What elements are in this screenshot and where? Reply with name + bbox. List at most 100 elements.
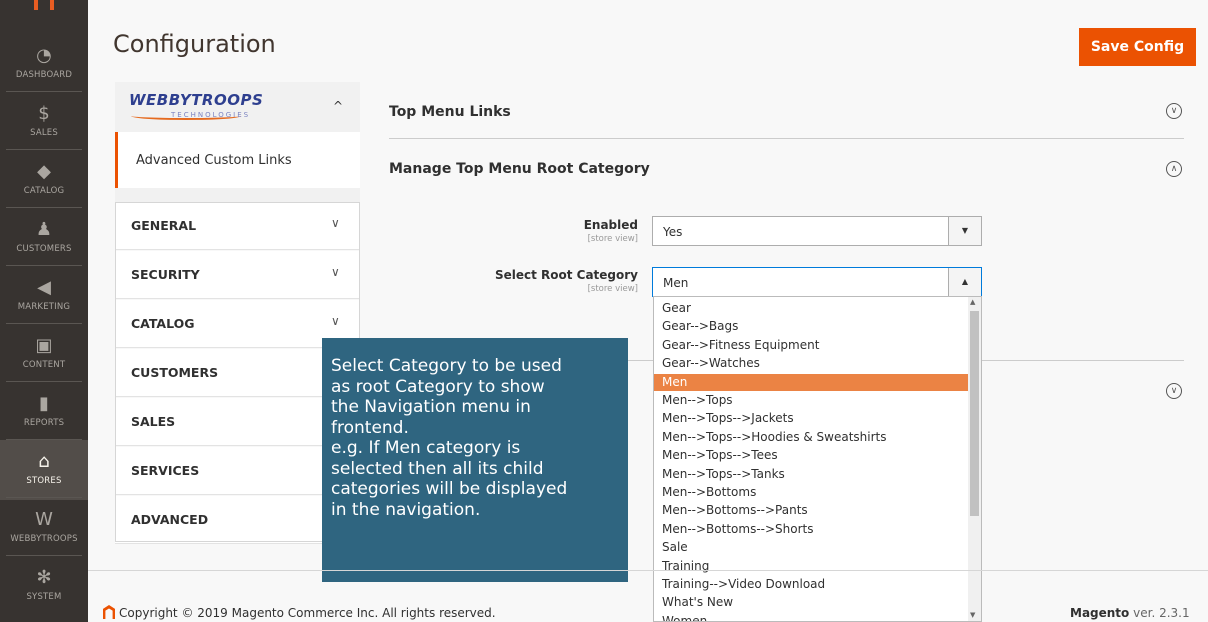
enabled-label: Enabled [store view] (488, 218, 638, 244)
tooltip-line: the Navigation menu in (331, 397, 531, 417)
tooltip-line: categories will be displayed (331, 479, 568, 499)
nav-item-system[interactable]: ✻ SYSTEM (0, 556, 88, 616)
nav-separator (6, 265, 82, 266)
dropdown-option[interactable]: Women (654, 613, 968, 621)
field-label-text: Select Root Category (494, 268, 638, 282)
dropdown-option[interactable]: Men-->Bottoms-->Shorts (654, 521, 968, 538)
dropdown-option[interactable]: Gear-->Fitness Equipment (654, 337, 968, 354)
version-info: Magento ver. 2.3.1 (1070, 606, 1190, 620)
nav-item-label: CONTENT (22, 360, 66, 370)
section-title: Top Menu Links (389, 104, 511, 120)
dropdown-option[interactable]: Men-->Tops-->Tees (654, 447, 968, 464)
gear-icon: ✻ (36, 567, 52, 588)
dropdown-option[interactable]: Men-->Tops-->Jackets (654, 410, 968, 427)
nav-separator (6, 91, 82, 92)
magento-footer-icon (103, 605, 115, 619)
field-scope: [store view] (587, 284, 638, 294)
dropdown-option[interactable]: Men-->Bottoms (654, 484, 968, 501)
chevron-down-circle-icon[interactable]: ∨ (1166, 383, 1182, 399)
root-category-dropdown[interactable]: Gear Gear-->Bags Gear-->Fitness Equipment G… (653, 296, 982, 622)
nav-item-label: DASHBOARD (15, 70, 73, 80)
scroll-up-icon[interactable]: ▲ (970, 298, 975, 306)
brand-name: Magento (1070, 606, 1130, 620)
magento-logo-icon (34, 0, 54, 10)
nav-item-webbytroops[interactable]: W WEBBYTROOPS (0, 498, 88, 558)
chevron-up-icon[interactable]: ^ (333, 99, 343, 113)
dropdown-option[interactable]: Men-->Tops-->Hoodies & Sweatshirts (654, 429, 968, 446)
nav-item-content[interactable]: ▣ CONTENT (0, 324, 88, 384)
dropdown-option[interactable]: Gear-->Bags (654, 318, 968, 335)
nav-item-label: CUSTOMERS (16, 244, 72, 254)
dropdown-option[interactable]: Training (654, 558, 968, 575)
nav-item-label: SALES (30, 128, 58, 138)
dropdown-option[interactable]: Men-->Bottoms-->Pants (654, 502, 968, 519)
dropdown-scrollbar[interactable]: ▲ ▼ (968, 297, 981, 621)
webbytroops-icon: W (35, 509, 53, 530)
dropdown-option[interactable]: Men-->Tops-->Tanks (654, 466, 968, 483)
dropdown-option[interactable]: Gear (654, 300, 968, 317)
dropdown-option[interactable]: What's New (654, 594, 968, 611)
tab-item-label: Advanced Custom Links (136, 153, 292, 168)
nav-separator (6, 207, 82, 208)
dropdown-option[interactable]: Men-->Tops (654, 392, 968, 409)
tab-label: SERVICES (131, 463, 200, 478)
nav-item-catalog[interactable]: ◆ CATALOG (0, 150, 88, 210)
root-category-label: Select Root Category [store view] (488, 268, 638, 294)
nav-separator (6, 439, 82, 440)
root-category-select[interactable]: Men ▲ (652, 267, 982, 297)
footer-divider (88, 570, 1208, 571)
copyright: Copyright © 2019 Magento Commerce Inc. A… (103, 605, 496, 620)
tab-security[interactable]: SECURITY ∨ (115, 251, 360, 299)
section-top-menu-links[interactable]: Top Menu Links ∨ (389, 103, 1184, 124)
dropdown-option[interactable]: Gear-->Watches (654, 355, 968, 372)
nav-item-customers[interactable]: ♟ CUSTOMERS (0, 208, 88, 268)
chevron-down-circle-icon[interactable]: ∨ (1166, 103, 1182, 119)
tab-group-webbytroops[interactable]: WEBBYTROOPS TECHNOLOGIES ^ (115, 82, 360, 132)
dollar-icon: $ (38, 103, 50, 124)
dropdown-option[interactable]: Sale (654, 539, 968, 556)
tab-label: SECURITY (131, 267, 200, 282)
section-title: Manage Top Menu Root Category (389, 161, 650, 177)
nav-item-stores[interactable]: ⌂ STORES (0, 440, 88, 500)
scrollbar-thumb[interactable] (970, 311, 979, 516)
dropdown-option[interactable]: Men (654, 373, 968, 391)
tab-general[interactable]: GENERAL ∨ (115, 202, 360, 250)
tab-spacer (115, 188, 360, 202)
nav-item-sales[interactable]: $ SALES (0, 92, 88, 152)
caret-up-icon[interactable]: ▲ (948, 268, 981, 296)
person-icon: ♟ (35, 219, 53, 240)
tooltip-line: selected then all its child (331, 458, 544, 479)
nav-item-label: WEBBYTROOPS (10, 534, 78, 544)
caret-down-icon[interactable]: ▼ (948, 217, 981, 245)
tooltip-line: frontend. (331, 417, 409, 438)
cube-icon: ◆ (37, 161, 51, 182)
nav-item-reports[interactable]: ▮ REPORTS (0, 382, 88, 442)
tooltip-line: in the navigation. (331, 499, 481, 520)
tab-item-advanced-custom-links[interactable]: Advanced Custom Links (115, 132, 360, 188)
nav-separator (6, 149, 82, 150)
chevron-up-circle-icon[interactable]: ∧ (1166, 161, 1182, 177)
nav-item-label: STORES (26, 476, 62, 486)
nav-item-dashboard[interactable]: ◔ DASHBOARD (0, 34, 88, 94)
tooltip-line: as root Category to show (331, 376, 545, 397)
tab-label: SALES (131, 414, 176, 429)
dropdown-option[interactable]: Training-->Video Download (654, 576, 968, 593)
tab-label: CUSTOMERS (131, 365, 219, 380)
save-config-button[interactable]: Save Config (1079, 28, 1196, 66)
nav-item-marketing[interactable]: ◀ MARKETING (0, 266, 88, 326)
nav-separator (6, 497, 82, 498)
section-divider (389, 138, 1184, 139)
magento-logo[interactable] (0, 0, 88, 14)
section-manage-root-category[interactable]: Manage Top Menu Root Category ∧ (389, 161, 1184, 181)
nav-item-label: MARKETING (17, 302, 71, 312)
select-value: Men (663, 276, 689, 290)
enabled-select[interactable]: Yes ▼ (652, 216, 982, 246)
help-tooltip: Select Category to be used as root Catego… (322, 338, 628, 582)
tab-label: CATALOG (131, 316, 195, 331)
tooltip-line: Select Category to be used (331, 356, 562, 376)
webbytroops-logo-text: WEBBYTROOPS (129, 91, 264, 109)
nav-item-label: SYSTEM (26, 592, 62, 602)
tab-label: ADVANCED (131, 512, 209, 527)
tab-label: GENERAL (131, 218, 197, 233)
scroll-down-icon[interactable]: ▼ (970, 611, 975, 619)
